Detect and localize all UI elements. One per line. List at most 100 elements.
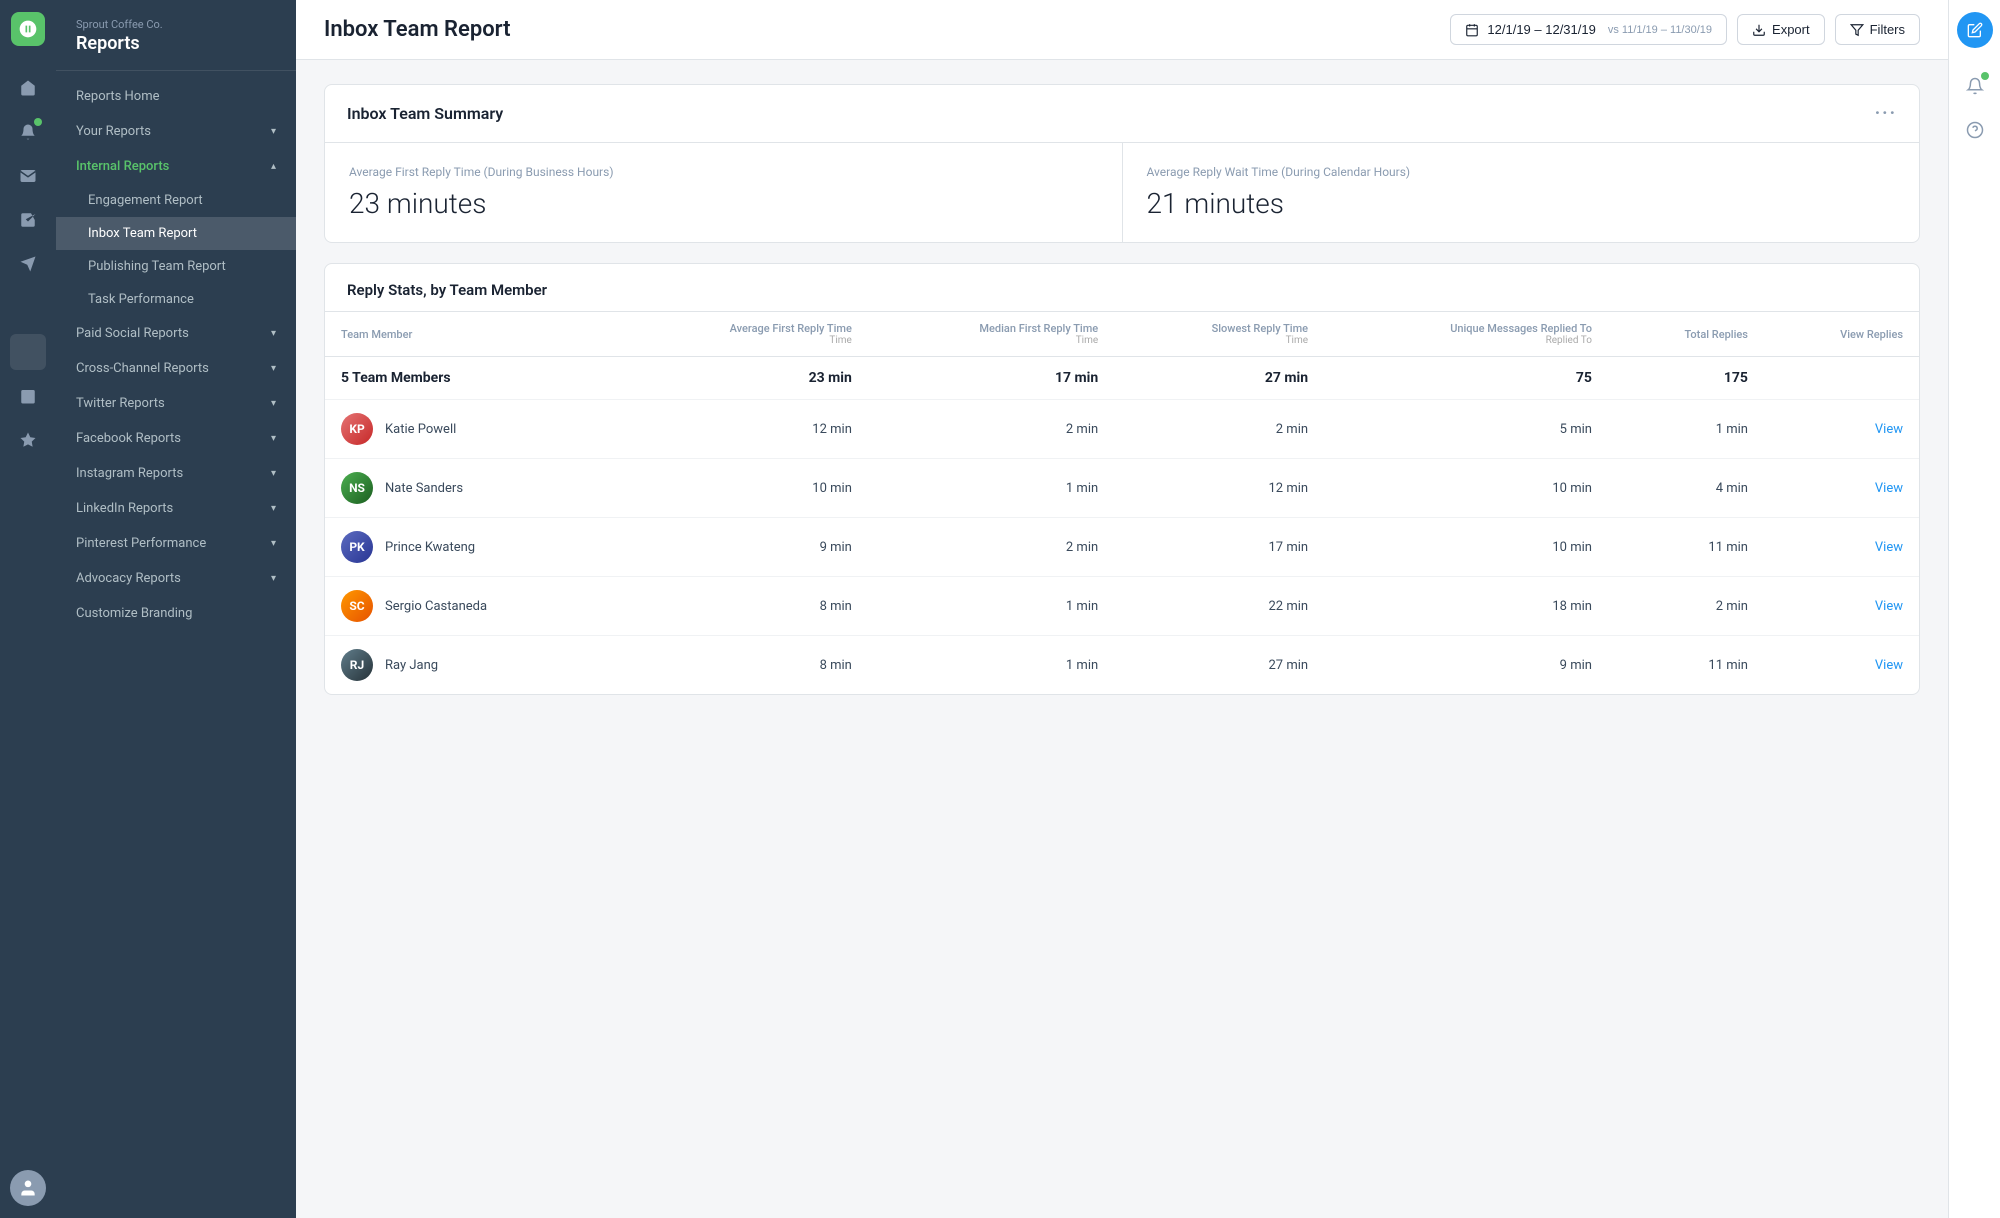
sidebar-section-internal-reports[interactable]: Internal Reports ▴ (56, 149, 296, 184)
rail-list-icon[interactable] (10, 290, 46, 326)
summary-card-title: Inbox Team Summary (347, 104, 1875, 123)
sidebar-sub-task-performance[interactable]: Task Performance (56, 283, 296, 316)
table-card-header: Reply Stats, by Team Member (325, 264, 1919, 312)
katie-total: 1 min (1608, 400, 1764, 459)
sergio-view-link[interactable]: View (1875, 599, 1903, 614)
table-row: SC Sergio Castaneda 8 min 1 min 22 min 1… (325, 577, 1919, 636)
ray-view: View (1764, 636, 1919, 695)
export-icon (1752, 23, 1766, 37)
rail-notification-icon[interactable] (10, 114, 46, 150)
stat2-value: 21 minutes (1147, 187, 1896, 220)
table-row: NS Nate Sanders 10 min 1 min 12 min 10 m… (325, 459, 1919, 518)
nate-total: 4 min (1608, 459, 1764, 518)
sergio-total: 2 min (1608, 577, 1764, 636)
compose-button[interactable] (1957, 12, 1993, 48)
prince-unique: 10 min (1324, 518, 1608, 577)
sidebar-item-advocacy[interactable]: Advocacy Reports ▾ (56, 561, 296, 596)
export-button[interactable]: Export (1737, 14, 1825, 45)
sidebar-item-twitter[interactable]: Twitter Reports ▾ (56, 386, 296, 421)
col-avg-first: Average First Reply Time Time (616, 312, 868, 357)
page-title: Inbox Team Report (324, 17, 1450, 42)
prince-slowest: 17 min (1114, 518, 1324, 577)
twitter-chevron-icon: ▾ (271, 398, 276, 409)
prince-view-link[interactable]: View (1875, 540, 1903, 555)
table-head: Team Member Average First Reply Time Tim… (325, 312, 1919, 357)
katie-avg-first: 12 min (616, 400, 868, 459)
sidebar-sub-inbox-team[interactable]: Inbox Team Report (56, 217, 296, 250)
member-cell-sergio: SC Sergio Castaneda (325, 577, 616, 636)
col-total: Total Replies (1608, 312, 1764, 357)
sidebar-sub-engagement[interactable]: Engagement Report (56, 184, 296, 217)
summary-view (1764, 357, 1919, 400)
sidebar-item-reports-home[interactable]: Reports Home (56, 79, 296, 114)
sidebar-item-your-reports[interactable]: Your Reports ▾ (56, 114, 296, 149)
sidebar-item-cross-channel[interactable]: Cross-Channel Reports ▾ (56, 351, 296, 386)
rail-home-icon[interactable] (10, 70, 46, 106)
filters-button[interactable]: Filters (1835, 14, 1920, 45)
ray-view-link[interactable]: View (1875, 658, 1903, 673)
rail-tasks-icon[interactable] (10, 202, 46, 238)
bell-icon[interactable] (1957, 68, 1993, 104)
summary-total: 175 (1608, 357, 1764, 400)
rail-star-icon[interactable] (10, 422, 46, 458)
member-cell-ray: RJ Ray Jang (325, 636, 616, 695)
calendar-icon (1465, 23, 1479, 37)
prince-view: View (1764, 518, 1919, 577)
cross-channel-chevron-icon: ▾ (271, 363, 276, 374)
col-slowest: Slowest Reply Time Time (1114, 312, 1324, 357)
your-reports-chevron-icon: ▾ (271, 126, 276, 137)
facebook-chevron-icon: ▾ (271, 433, 276, 444)
sidebar-item-paid-social[interactable]: Paid Social Reports ▾ (56, 316, 296, 351)
sergio-view: View (1764, 577, 1919, 636)
sergio-median: 1 min (868, 577, 1114, 636)
prince-avg-first: 9 min (616, 518, 868, 577)
rail-inbox-icon[interactable] (10, 158, 46, 194)
sidebar-sub-publishing-team[interactable]: Publishing Team Report (56, 250, 296, 283)
ray-unique: 9 min (1324, 636, 1608, 695)
sidebar-header: Sprout Coffee Co. Reports (56, 0, 296, 71)
table-row: RJ Ray Jang 8 min 1 min 27 min 9 min 11 … (325, 636, 1919, 695)
sidebar-title: Reports (76, 33, 276, 54)
summary-stats: Average First Reply Time (During Busines… (325, 143, 1919, 242)
sidebar-item-pinterest[interactable]: Pinterest Performance ▾ (56, 526, 296, 561)
date-range-button[interactable]: 12/1/19 – 12/31/19 vs 11/1/19 – 11/30/19 (1450, 14, 1727, 45)
notification-icon (1966, 77, 1984, 95)
top-bar: Inbox Team Report 12/1/19 – 12/31/19 vs … (296, 0, 1948, 60)
member-cell-prince: PK Prince Kwateng (325, 518, 616, 577)
ray-total: 11 min (1608, 636, 1764, 695)
rail-user-avatar[interactable] (10, 1170, 46, 1206)
rail-calendar-icon[interactable] (10, 378, 46, 414)
main-content: Inbox Team Report 12/1/19 – 12/31/19 vs … (296, 0, 1948, 1218)
internal-reports-chevron-icon: ▴ (271, 161, 276, 172)
rail-compose-icon[interactable] (10, 246, 46, 282)
sergio-avg-first: 8 min (616, 577, 868, 636)
summary-card-menu[interactable]: ··· (1875, 103, 1897, 124)
sidebar-company: Sprout Coffee Co. (76, 18, 276, 31)
col-unique: Unique Messages Replied To Replied To (1324, 312, 1608, 357)
reply-stats-table: Team Member Average First Reply Time Tim… (325, 312, 1919, 694)
instagram-chevron-icon: ▾ (271, 468, 276, 479)
right-rail (1948, 0, 2000, 1218)
table-row: PK Prince Kwateng 9 min 2 min 17 min 10 … (325, 518, 1919, 577)
vs-label: vs 11/1/19 – 11/30/19 (1608, 24, 1712, 36)
help-icon[interactable] (1957, 112, 1993, 148)
katie-slowest: 2 min (1114, 400, 1324, 459)
nate-view-link[interactable]: View (1875, 481, 1903, 496)
sidebar-item-instagram[interactable]: Instagram Reports ▾ (56, 456, 296, 491)
stat2-label: Average Reply Wait Time (During Calendar… (1147, 165, 1896, 179)
sidebar-item-customize[interactable]: Customize Branding (56, 596, 296, 631)
table-card: Reply Stats, by Team Member Team Member … (324, 263, 1920, 695)
summary-member-cell: 5 Team Members (325, 357, 616, 400)
nate-slowest: 12 min (1114, 459, 1324, 518)
nate-unique: 10 min (1324, 459, 1608, 518)
advocacy-chevron-icon: ▾ (271, 573, 276, 584)
nate-view: View (1764, 459, 1919, 518)
katie-view-link[interactable]: View (1875, 422, 1903, 437)
app-logo[interactable] (11, 12, 45, 46)
sidebar-item-linkedin[interactable]: LinkedIn Reports ▾ (56, 491, 296, 526)
sidebar-item-facebook[interactable]: Facebook Reports ▾ (56, 421, 296, 456)
linkedin-chevron-icon: ▾ (271, 503, 276, 514)
rail-reports-icon[interactable] (10, 334, 46, 370)
ray-median: 1 min (868, 636, 1114, 695)
notification-badge (1981, 72, 1989, 80)
